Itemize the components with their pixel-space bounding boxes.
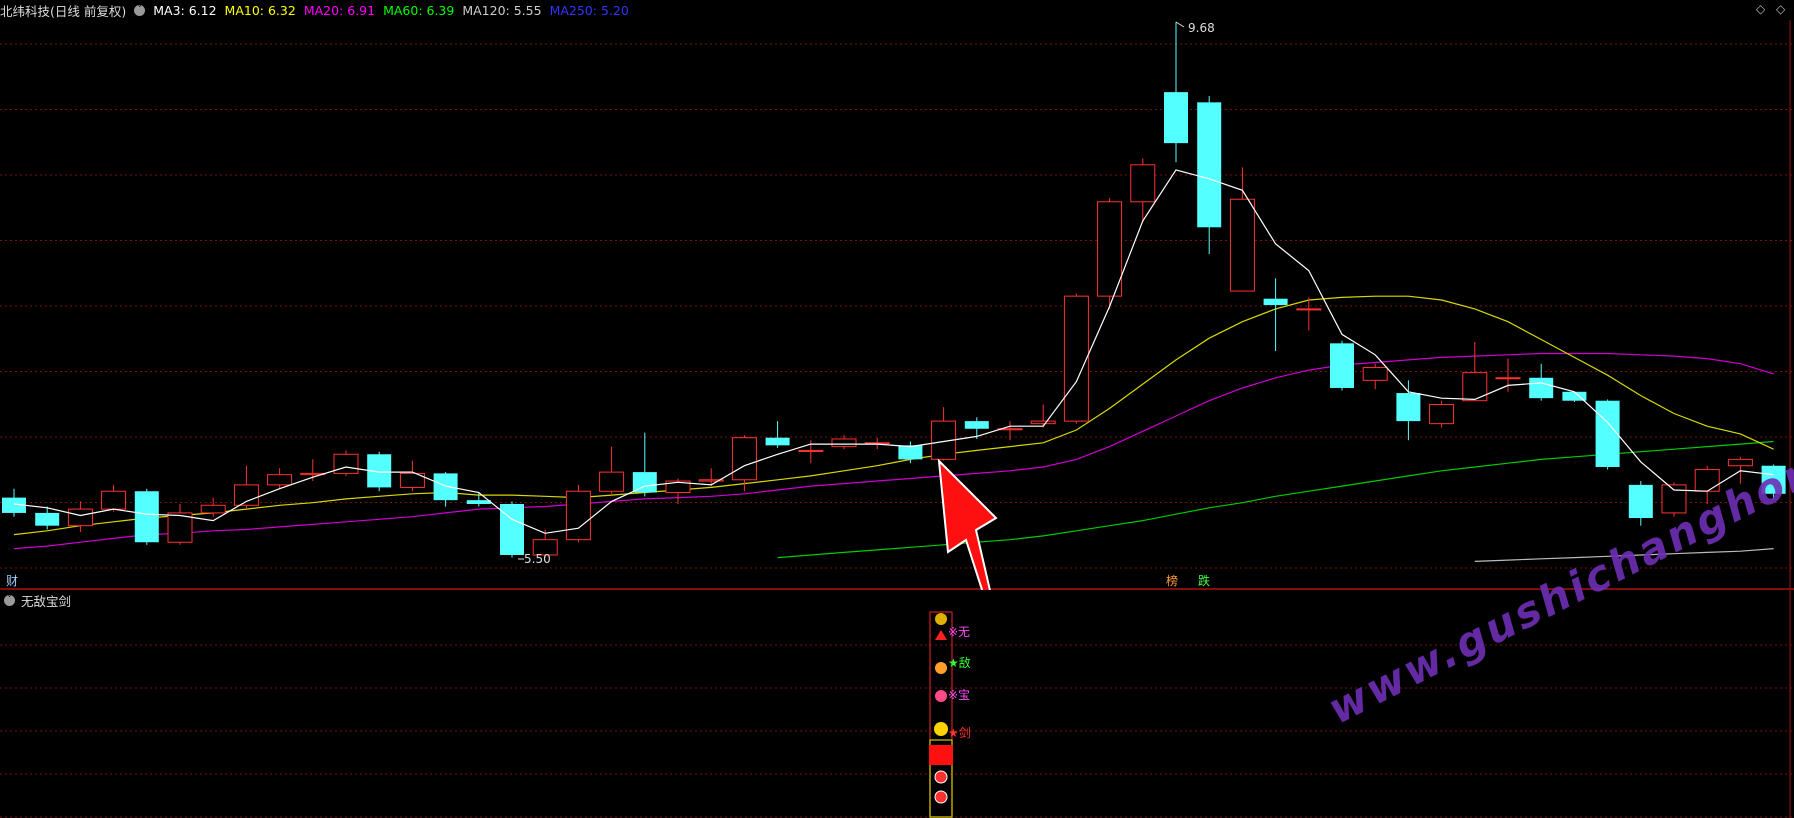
candle-body <box>134 491 159 543</box>
candle-body <box>1396 393 1421 422</box>
candle-body <box>1595 400 1620 468</box>
candle-body <box>1164 92 1188 144</box>
candle-body <box>1229 198 1255 292</box>
price-chart[interactable]: 9.68 5.50 财 榜 跌 <box>0 0 1794 590</box>
candle-body <box>466 500 491 504</box>
candle-body <box>1727 458 1753 467</box>
annotation-arrow <box>937 458 998 590</box>
bang-marker: 榜 <box>1166 573 1178 588</box>
ma120-label: MA120: 5.55 <box>462 2 542 18</box>
candle-body <box>1429 404 1455 425</box>
candle-body <box>731 437 757 481</box>
ma20-label: MA20: 6.91 <box>303 2 376 18</box>
chevron-down-icon[interactable]: ˅ <box>134 4 146 16</box>
signal-label-jian: ★剑 <box>948 726 971 740</box>
ma20-line <box>13 352 1774 550</box>
moneybag-icon <box>935 613 947 625</box>
chart-header: 北纬科技(日线 前复权) ˅ MA3: 6.12 MA10: 6.32 MA20… <box>0 0 637 20</box>
candle-body <box>1362 367 1388 381</box>
candle-body <box>101 490 127 510</box>
high-price-label: 9.68 <box>1188 21 1215 35</box>
ball-icon <box>934 790 948 804</box>
ma10-label: MA10: 6.32 <box>224 2 296 18</box>
chevron-down-icon[interactable]: ˅ <box>4 594 15 606</box>
candle-body <box>1130 164 1156 203</box>
candle-body <box>1097 201 1123 297</box>
die-marker: 跌 <box>1198 573 1210 588</box>
candle-body <box>1495 377 1521 380</box>
signal-column <box>929 611 953 818</box>
candle-body <box>831 438 857 448</box>
candle-body <box>599 471 625 492</box>
high-pointer <box>1175 21 1185 28</box>
candle-body <box>233 484 259 506</box>
cai-marker: 财 <box>6 574 18 588</box>
candle-body <box>1529 377 1554 399</box>
candle-body <box>1063 295 1089 422</box>
candle-body <box>200 504 226 514</box>
smiley-icon <box>934 722 948 736</box>
candle-body <box>500 503 524 555</box>
candle-body <box>1296 308 1322 311</box>
candle-body <box>267 474 293 486</box>
candle-body <box>1330 343 1354 388</box>
restore-icon[interactable]: ◇ <box>1776 2 1785 16</box>
candle-body <box>765 437 790 446</box>
candle-body <box>1263 298 1288 306</box>
ma10-line <box>13 295 1774 536</box>
candle-body <box>798 449 824 452</box>
signal-label-di: ★敌 <box>948 656 971 670</box>
indicator-header: ˅ 无敌宝剑 <box>0 591 71 609</box>
signal-label-wu: ※无 <box>948 625 971 639</box>
indicator-title: 无敌宝剑 <box>21 593 72 609</box>
flower-icon <box>935 690 947 702</box>
low-price-label: 5.50 <box>524 552 551 566</box>
sun-icon <box>935 662 947 674</box>
candle-body <box>67 508 93 527</box>
up-triangle-icon <box>935 630 947 640</box>
stock-title: 北纬科技(日线 前复权) <box>0 3 127 19</box>
maximize-icon[interactable]: ◇ <box>1756 2 1765 16</box>
candle-body <box>35 512 60 526</box>
candle-body <box>565 490 591 541</box>
ball-icon <box>934 770 948 784</box>
ma3-label: MA3: 6.12 <box>153 2 217 18</box>
candle-body <box>1030 420 1056 425</box>
stock-chart-window: 9.68 5.50 财 榜 跌 北纬科技(日线 前复权) ˅ MA3: 6.12 MA1… <box>0 0 1794 818</box>
candle-body <box>1197 102 1222 228</box>
candle-body <box>898 445 923 460</box>
signal-label-bao: ※宝 <box>948 688 971 702</box>
signal-block <box>929 745 953 765</box>
candle-body <box>333 453 359 474</box>
ma60-label: MA60: 6.39 <box>383 2 455 18</box>
ma250-label: MA250: 5.20 <box>549 2 629 18</box>
candle-body <box>433 473 458 501</box>
candle-body <box>964 421 989 429</box>
candle-body <box>1628 484 1653 519</box>
